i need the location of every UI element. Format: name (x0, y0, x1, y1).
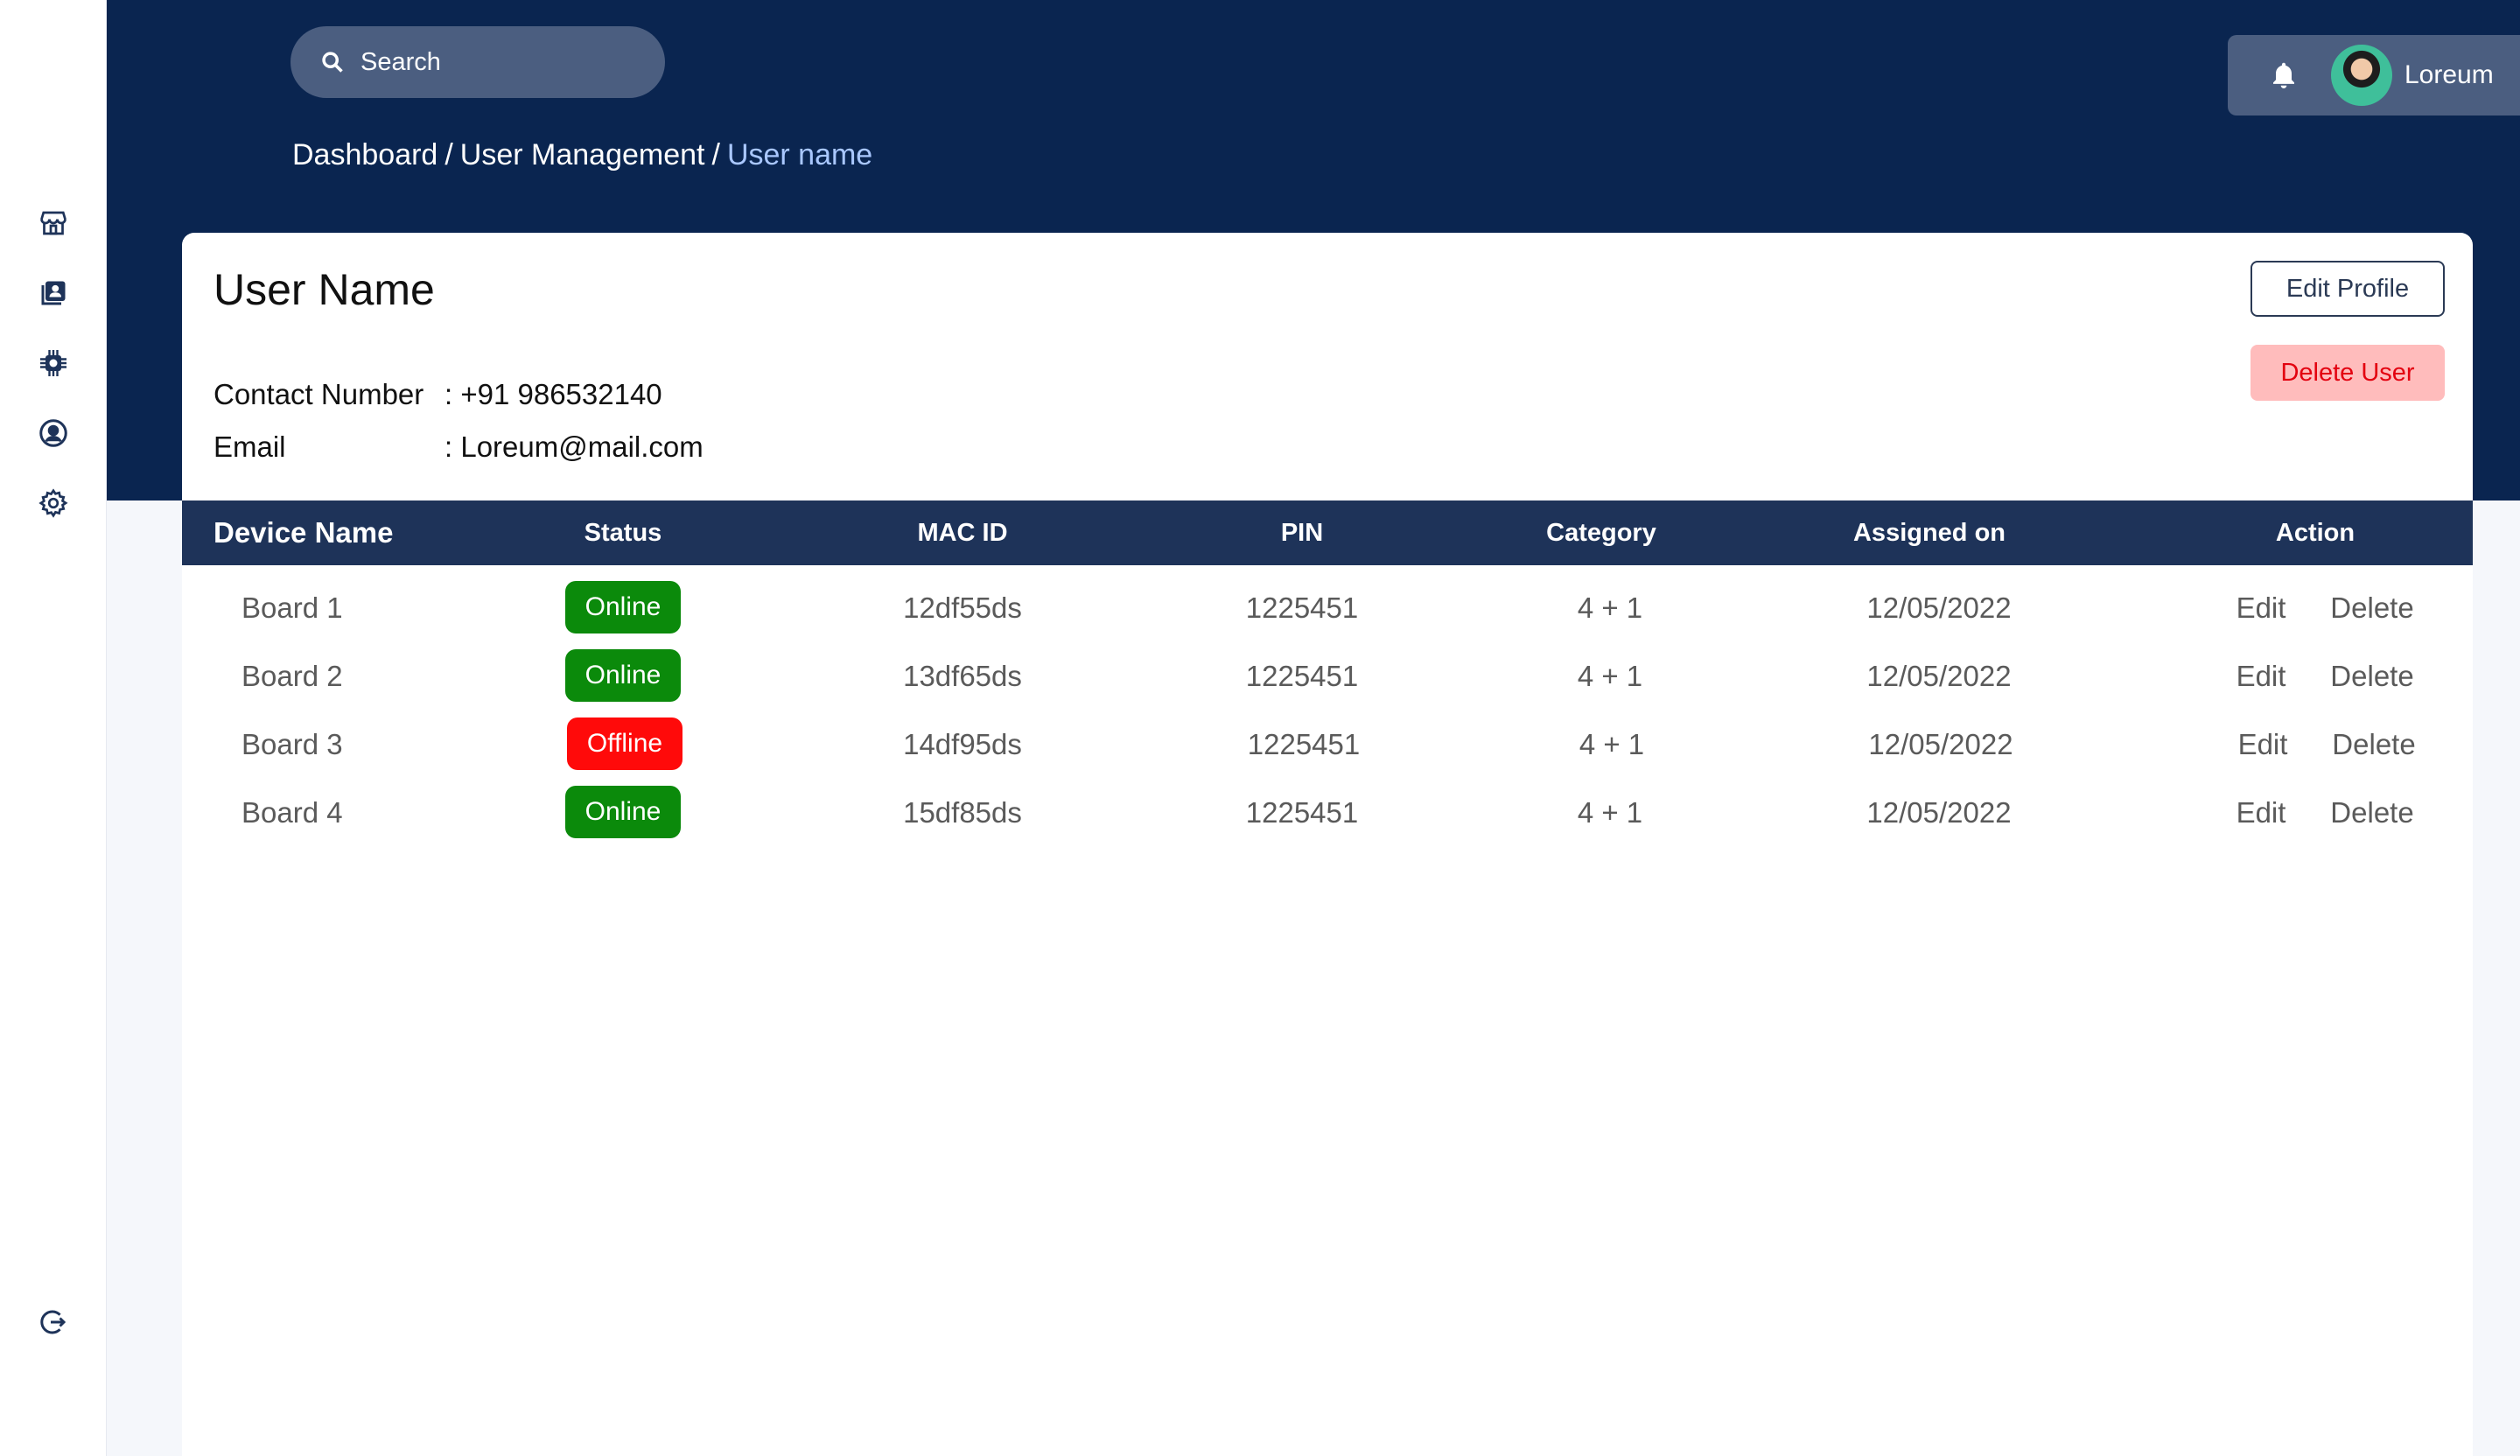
avatar[interactable] (2331, 45, 2392, 106)
breadcrumb-separator: / (711, 138, 720, 172)
table-row: Board 3 Offline 14df95ds 1225451 4 + 1 1… (182, 710, 2473, 779)
page-title: User Name (214, 265, 435, 314)
search-icon (322, 52, 343, 73)
col-pin: PIN (1280, 519, 1324, 547)
col-action: Action (2275, 519, 2356, 547)
pin: 1225451 (1245, 660, 1359, 692)
user-name[interactable]: Loreum (2404, 60, 2494, 90)
device-name: Board 2 (242, 660, 343, 692)
edit-link[interactable]: Edit (2236, 642, 2286, 710)
status-badge: Online (565, 581, 681, 634)
search-bar[interactable] (290, 26, 665, 98)
device-name: Board 4 (242, 796, 343, 829)
breadcrumb-current: User name (726, 138, 873, 172)
status-badge: Online (565, 786, 681, 838)
edit-profile-button[interactable]: Edit Profile (2250, 261, 2445, 317)
account-icon[interactable] (37, 416, 70, 450)
col-mac-id: MAC ID (917, 519, 1008, 547)
logout-icon[interactable] (37, 1306, 70, 1339)
assigned-on: 12/05/2022 (1866, 660, 2012, 692)
delete-link[interactable]: Delete (2332, 710, 2415, 779)
mac-id: 12df55ds (903, 592, 1022, 624)
assigned-on: 12/05/2022 (1868, 728, 2013, 760)
breadcrumb: Dashboard / User Management / User name (292, 138, 872, 172)
table-row: Board 2 Online 13df65ds 1225451 4 + 1 12… (182, 642, 2473, 710)
sidebar (0, 0, 107, 1456)
email-value: : Loreum@mail.com (444, 430, 704, 463)
delete-link[interactable]: Delete (2330, 574, 2413, 642)
status-badge: Offline (567, 718, 682, 770)
device-name: Board 1 (242, 592, 343, 624)
delete-user-button[interactable]: Delete User (2250, 345, 2445, 401)
table-row: Board 4 Online 15df85ds 1225451 4 + 1 12… (182, 779, 2473, 847)
category: 4 + 1 (1577, 796, 1643, 829)
breadcrumb-user-management[interactable]: User Management (460, 138, 705, 172)
user-menu[interactable]: Loreum (2228, 35, 2520, 116)
pin: 1225451 (1245, 796, 1359, 829)
status-badge: Online (565, 649, 681, 702)
edit-link[interactable]: Edit (2236, 779, 2286, 847)
mac-id: 13df65ds (903, 660, 1022, 692)
category: 4 + 1 (1577, 592, 1643, 624)
edit-link[interactable]: Edit (2236, 574, 2286, 642)
col-category: Category (1546, 519, 1656, 547)
col-assigned-on: Assigned on (1852, 519, 2006, 547)
edit-link[interactable]: Edit (2238, 710, 2288, 779)
settings-icon[interactable] (37, 486, 70, 520)
bell-icon[interactable] (2268, 60, 2300, 91)
email-label: Email (214, 430, 286, 463)
contact-row: Contact Number : +91 986532140 (214, 378, 662, 411)
breadcrumb-separator: / (444, 138, 453, 172)
category: 4 + 1 (1578, 728, 1645, 760)
contacts-icon[interactable] (37, 276, 70, 310)
device-name: Board 3 (242, 728, 343, 760)
contact-label: Contact Number (214, 378, 424, 410)
assigned-on: 12/05/2022 (1866, 796, 2012, 829)
assigned-on: 12/05/2022 (1866, 592, 2012, 624)
store-icon[interactable] (37, 206, 70, 240)
mac-id: 14df95ds (903, 728, 1022, 760)
delete-link[interactable]: Delete (2330, 779, 2413, 847)
chip-icon[interactable] (37, 346, 70, 380)
search-input[interactable] (360, 47, 640, 77)
pin: 1225451 (1245, 592, 1359, 624)
user-detail-card: User Name Edit Profile Delete User Conta… (182, 233, 2473, 1456)
delete-link[interactable]: Delete (2330, 642, 2413, 710)
mac-id: 15df85ds (903, 796, 1022, 829)
table-header: Device Name Status MAC ID PIN Category A… (182, 500, 2473, 565)
table-row: Board 1 Online 12df55ds 1225451 4 + 1 12… (182, 574, 2473, 642)
category: 4 + 1 (1577, 660, 1643, 692)
breadcrumb-dashboard[interactable]: Dashboard (292, 138, 438, 172)
col-device-name: Device Name (214, 516, 394, 549)
pin: 1225451 (1247, 728, 1361, 760)
contact-value: : +91 986532140 (444, 378, 662, 410)
col-status: Status (584, 519, 662, 547)
email-row: Email : Loreum@mail.com (214, 430, 704, 464)
